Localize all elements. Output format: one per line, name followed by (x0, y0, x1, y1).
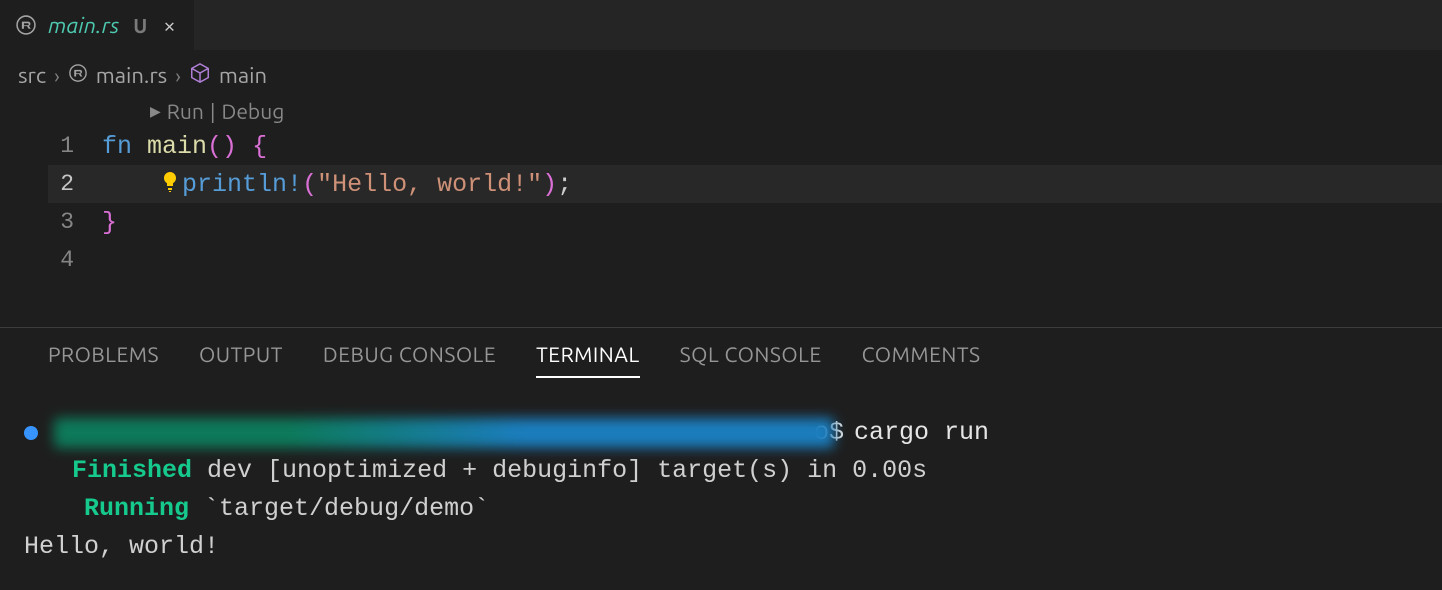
line-number: 3 (48, 209, 102, 235)
terminal-output-line: Finished dev [unoptimized + debuginfo] t… (24, 452, 1402, 490)
tab-debug-console[interactable]: DEBUG CONSOLE (323, 342, 496, 378)
code-editor[interactable]: ▶ Run | Debug 1 fn main() { 2 println!("… (0, 95, 1442, 279)
play-icon: ▶ (150, 103, 161, 120)
terminal-program-output: Hello, world! (24, 528, 1402, 566)
tab-status: U (133, 14, 147, 37)
tab-filename: main.rs (48, 13, 119, 38)
line-number: 4 (48, 247, 102, 273)
symbol-function-icon (189, 62, 211, 89)
dirty-indicator-icon (24, 426, 38, 440)
terminal-panel[interactable]: o$ cargo run Finished dev [unoptimized +… (0, 378, 1442, 566)
editor-tab-main-rs[interactable]: main.rs U × (0, 0, 194, 50)
terminal-status: Running (84, 494, 189, 523)
terminal-command: cargo run (854, 414, 989, 452)
tab-output[interactable]: OUTPUT (199, 342, 283, 378)
chevron-right-icon: › (54, 64, 60, 87)
line-number: 2 (48, 171, 102, 197)
terminal-prompt-redacted (54, 418, 834, 448)
terminal-output-line: Running `target/debug/demo` (24, 490, 1402, 528)
panel-tabs: PROBLEMS OUTPUT DEBUG CONSOLE TERMINAL S… (0, 328, 1442, 378)
tab-terminal[interactable]: TERMINAL (536, 342, 640, 378)
code-line-2[interactable]: 2 println!("Hello, world!"); (48, 165, 1442, 203)
tab-sql-console[interactable]: SQL CONSOLE (680, 342, 822, 378)
tab-bar: main.rs U × (0, 0, 1442, 50)
lightbulb-icon[interactable] (158, 170, 182, 194)
rust-icon (14, 13, 38, 37)
line-number: 1 (48, 133, 102, 159)
codelens-debug[interactable]: Debug (222, 99, 285, 123)
code-line-3[interactable]: 3 } (48, 203, 1442, 241)
codelens: ▶ Run | Debug (48, 95, 1442, 127)
code-line-1[interactable]: 1 fn main() { (48, 127, 1442, 165)
tab-problems[interactable]: PROBLEMS (48, 342, 159, 378)
breadcrumb-folder[interactable]: src (18, 63, 46, 88)
terminal-prompt-line: o$ cargo run (24, 414, 1402, 452)
close-icon[interactable]: × (163, 13, 175, 38)
codelens-separator: | (210, 99, 216, 123)
breadcrumb-symbol[interactable]: main (219, 63, 267, 88)
codelens-run[interactable]: Run (167, 99, 204, 123)
breadcrumb: src › main.rs › main (0, 50, 1442, 95)
chevron-right-icon: › (175, 64, 181, 87)
code-line-4[interactable]: 4 (48, 241, 1442, 279)
rust-icon (68, 63, 88, 88)
breadcrumb-file[interactable]: main.rs (96, 63, 168, 88)
tab-comments[interactable]: COMMENTS (862, 342, 981, 378)
terminal-status: Finished (72, 456, 192, 485)
